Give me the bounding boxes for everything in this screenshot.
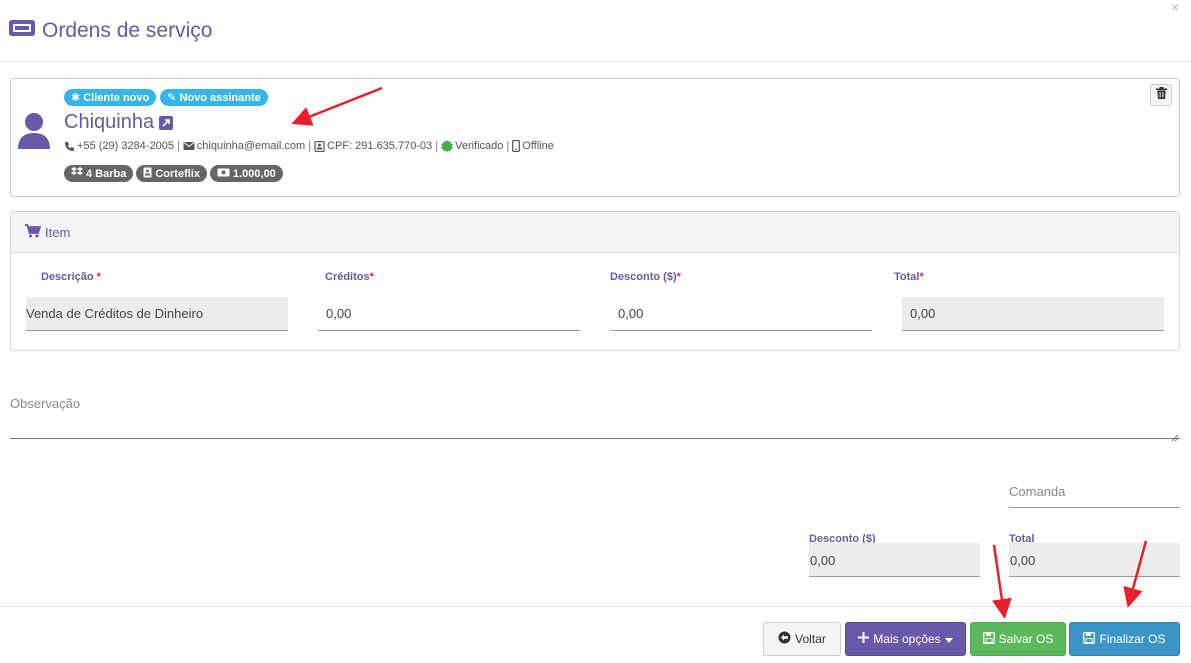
shopping-cart-icon bbox=[25, 223, 42, 241]
floppy-disk-icon bbox=[1083, 631, 1096, 647]
client-badges: ✱ Cliente novo ✎ Novo assinante bbox=[64, 89, 268, 106]
close-icon[interactable]: × bbox=[1171, 0, 1179, 14]
ticket-icon bbox=[8, 18, 36, 44]
arrow-circle-left-icon bbox=[778, 631, 791, 647]
delete-client-button[interactable] bbox=[1150, 84, 1172, 106]
modal-header: Ordens de serviço × bbox=[0, 0, 1191, 62]
finalizar-os-button[interactable]: Finalizar OS bbox=[1069, 622, 1180, 656]
voltar-button[interactable]: Voltar bbox=[763, 622, 841, 656]
observacao-textarea[interactable] bbox=[10, 418, 1180, 442]
observacao-label: Observação bbox=[10, 396, 81, 411]
item-panel-header: Item bbox=[11, 212, 1179, 253]
label-descricao: Descrição * bbox=[41, 271, 101, 283]
footer-desconto-field: 0,00 bbox=[809, 543, 980, 577]
salvar-os-button[interactable]: Salvar OS bbox=[970, 622, 1066, 656]
page-title: Ordens de serviço bbox=[8, 18, 212, 44]
client-tags: 4 Barba Corteflix 1.000,00 bbox=[64, 165, 283, 182]
id-card-icon bbox=[314, 140, 325, 152]
tag-barba: 4 Barba bbox=[64, 165, 134, 182]
phone-icon bbox=[64, 141, 75, 152]
total-field: 0,00 bbox=[902, 297, 1164, 331]
tag-saldo: 1.000,00 bbox=[209, 165, 283, 182]
desconto-input[interactable]: 0,00 bbox=[610, 297, 872, 331]
page-title-text: Ordens de serviço bbox=[42, 19, 213, 42]
user-avatar-icon bbox=[17, 112, 51, 150]
badge-novo-assinante: ✎ Novo assinante bbox=[160, 89, 268, 106]
mobile-phone-icon bbox=[512, 140, 521, 152]
client-email: chiquinha@email.com bbox=[196, 140, 306, 152]
item-panel: Item Descrição * Créditos* Desconto ($)*… bbox=[10, 211, 1180, 351]
label-desconto: Desconto ($)* bbox=[610, 271, 681, 283]
creditos-input[interactable]: 0,00 bbox=[318, 297, 580, 331]
envelope-icon bbox=[183, 141, 195, 151]
asterisk-icon: ✱ bbox=[71, 92, 81, 104]
label-total: Total* bbox=[894, 271, 924, 283]
money-bill-icon bbox=[217, 168, 230, 180]
pencil-icon: ✎ bbox=[167, 92, 177, 104]
floppy-disk-icon bbox=[982, 631, 995, 647]
item-panel-title: Item bbox=[45, 224, 71, 240]
plus-icon bbox=[858, 632, 870, 646]
badge-card-icon bbox=[143, 167, 152, 181]
badge-cliente-novo: ✱ Cliente novo bbox=[64, 89, 157, 106]
client-card: ✱ Cliente novo ✎ Novo assinante Chiquinh… bbox=[10, 78, 1180, 197]
client-device-status: Offline bbox=[522, 140, 554, 152]
client-contact-line: +55 (29) 3284-2005 | chiquinha@email.com… bbox=[64, 140, 554, 152]
verified-badge-icon bbox=[441, 140, 453, 152]
client-name[interactable]: Chiquinha bbox=[64, 111, 174, 134]
descricao-field: Venda de Créditos de Dinheiro bbox=[26, 297, 288, 331]
client-phone: +55 (29) 3284-2005 bbox=[77, 140, 174, 152]
caret-down-icon bbox=[944, 632, 953, 646]
external-link-icon[interactable] bbox=[159, 115, 174, 130]
label-creditos: Créditos* bbox=[325, 271, 374, 283]
comanda-input[interactable]: Comanda bbox=[1009, 480, 1180, 508]
client-cpf: CPF: 291.635.770-03 bbox=[327, 140, 433, 152]
client-verified: Verificado bbox=[455, 140, 504, 152]
dropbox-icon bbox=[71, 167, 83, 180]
trash-icon bbox=[1155, 86, 1167, 104]
resize-grip-icon[interactable] bbox=[1171, 429, 1179, 442]
annotation-arrow-salvar bbox=[991, 544, 1012, 619]
footer-total-field: 0,00 bbox=[1009, 543, 1180, 577]
tag-corteflix: Corteflix bbox=[136, 165, 207, 182]
mais-opcoes-button[interactable]: Mais opções bbox=[845, 622, 966, 656]
